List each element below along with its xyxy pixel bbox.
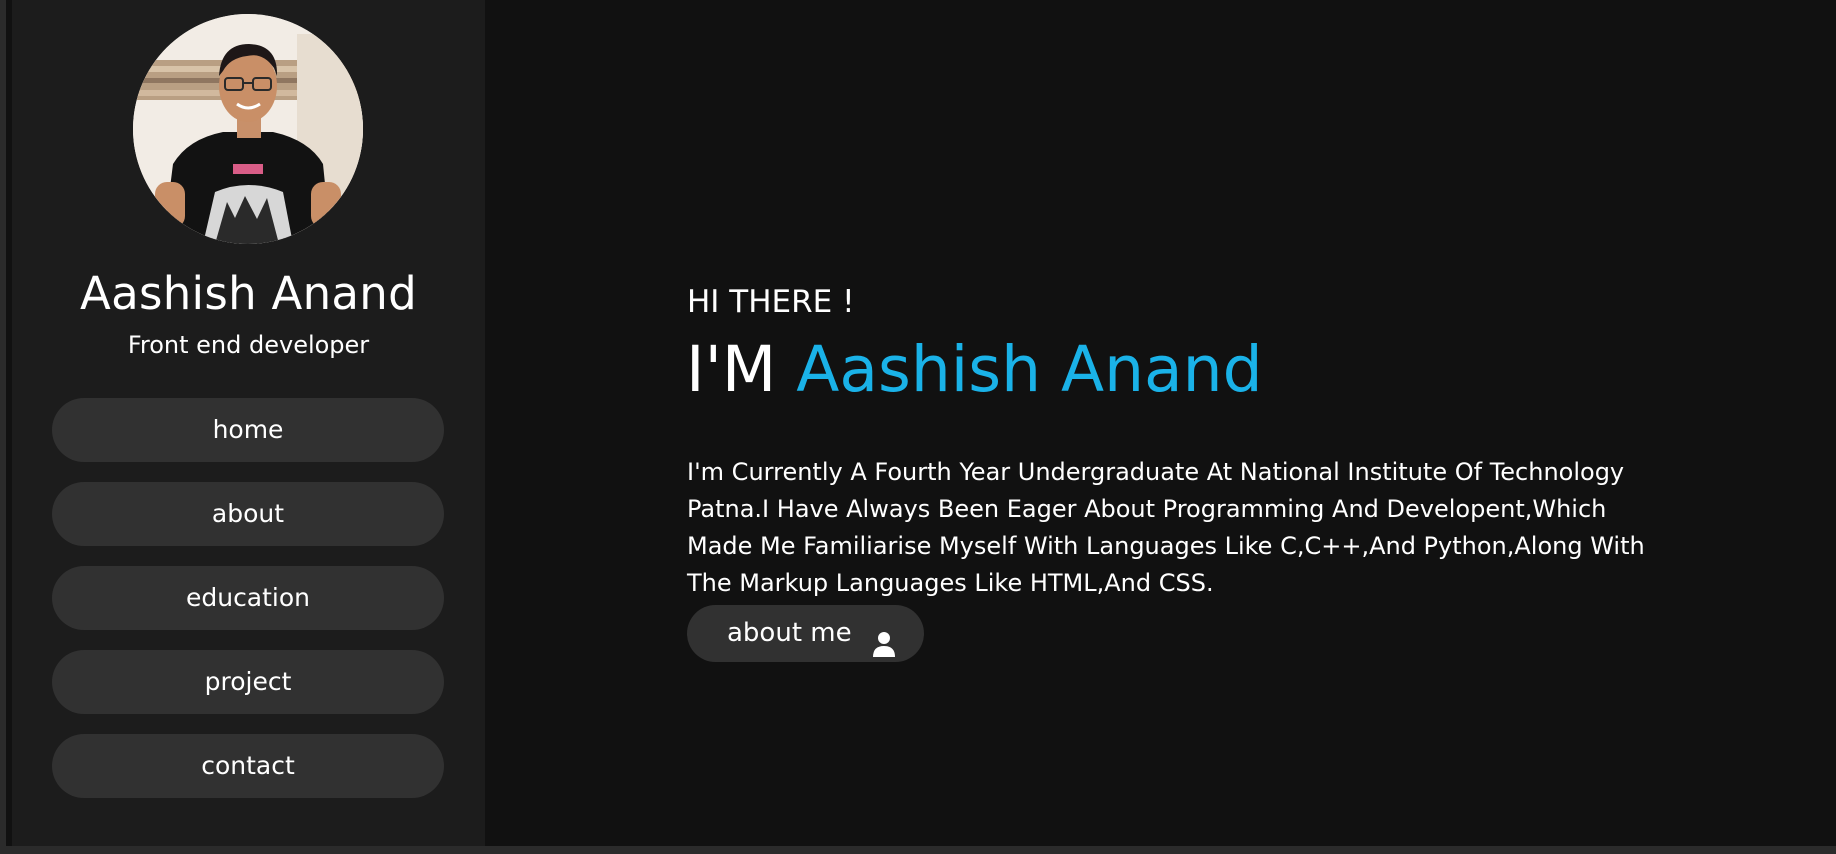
about-me-button[interactable]: about me	[687, 605, 924, 662]
nav-item-about[interactable]: about	[52, 482, 444, 546]
profile-name: Aashish Anand	[80, 267, 417, 320]
hero-title-name: Aashish Anand	[796, 333, 1263, 406]
greeting: HI THERE !	[687, 284, 855, 320]
profile-photo	[133, 14, 363, 244]
about-me-label: about me	[727, 618, 852, 648]
main-content: HI THERE ! I'M Aashish Anand I'm Current…	[485, 0, 1836, 846]
bio-paragraph: I'm Currently A Fourth Year Undergraduat…	[687, 458, 1645, 597]
hero-title: I'M Aashish Anand	[686, 330, 1263, 410]
hero-title-prefix: I'M	[686, 333, 777, 406]
page-frame: Aashish Anand Front end developer home a…	[0, 0, 1836, 846]
nav-item-contact[interactable]: contact	[52, 734, 444, 798]
nav-item-project[interactable]: project	[52, 650, 444, 714]
user-icon	[872, 621, 896, 657]
sidebar-nav: home about education project contact	[52, 398, 444, 818]
avatar	[133, 14, 363, 244]
nav-item-education[interactable]: education	[52, 566, 444, 630]
sidebar: Aashish Anand Front end developer home a…	[12, 0, 485, 846]
nav-item-home[interactable]: home	[52, 398, 444, 462]
profile-role: Front end developer	[127, 331, 370, 359]
